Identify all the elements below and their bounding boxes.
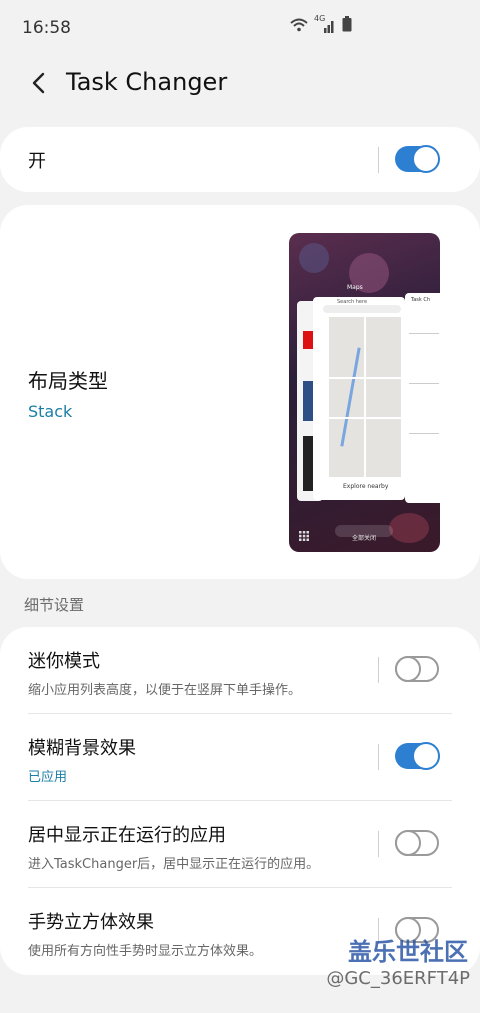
setting-description: 进入TaskChanger后，居中显示正在运行的应用。 bbox=[28, 857, 320, 872]
preview-task-label: Task Ch bbox=[411, 297, 431, 303]
divider bbox=[378, 831, 379, 857]
divider bbox=[378, 147, 379, 173]
battery-icon bbox=[342, 16, 352, 36]
preview-card-task-changer: Task Ch bbox=[405, 293, 440, 503]
setting-blur-background[interactable]: 模糊背景效果 已应用 bbox=[0, 714, 480, 801]
setting-label: 迷你模式 bbox=[28, 651, 100, 672]
master-switch-row[interactable]: 开 bbox=[0, 127, 480, 192]
page-title: Task Changer bbox=[66, 68, 228, 96]
master-switch-label: 开 bbox=[28, 151, 46, 172]
setting-description: 缩小应用列表高度，以便于在竖屏下单手操作。 bbox=[28, 683, 302, 698]
status-time: 16:58 bbox=[22, 18, 71, 38]
center-running-toggle[interactable] bbox=[395, 830, 439, 856]
preview-close-all-button: 全部关闭 bbox=[335, 525, 393, 542]
layout-type-value: Stack bbox=[28, 402, 73, 421]
setting-mini-mode[interactable]: 迷你模式 缩小应用列表高度，以便于在竖屏下单手操作。 bbox=[0, 627, 480, 714]
preview-explore-label: Explore nearby bbox=[343, 483, 389, 490]
watermark-logo-text: 盖乐世社区 bbox=[348, 938, 468, 966]
layout-preview-image[interactable]: Search here Explore nearby Task Ch Maps … bbox=[289, 233, 440, 552]
preview-search-label: Search here bbox=[337, 299, 368, 305]
watermark-handle: @GC_36ERFT4P bbox=[326, 968, 470, 989]
divider bbox=[378, 744, 379, 770]
preview-maps-label: Maps bbox=[347, 284, 363, 291]
status-icons: 4G bbox=[290, 14, 352, 36]
preview-card-maps: Search here Explore nearby bbox=[313, 297, 405, 500]
wifi-icon bbox=[290, 17, 308, 36]
setting-label: 居中显示正在运行的应用 bbox=[28, 825, 226, 846]
signal-icon: 4G bbox=[314, 14, 336, 34]
mini-mode-toggle[interactable] bbox=[395, 656, 439, 682]
setting-description: 使用所有方向性手势时显示立方体效果。 bbox=[28, 944, 263, 959]
back-arrow-icon[interactable] bbox=[26, 68, 56, 98]
section-title: 细节设置 bbox=[24, 596, 85, 614]
preview-grid-icon bbox=[299, 526, 309, 545]
setting-label: 手势立方体效果 bbox=[28, 912, 154, 933]
setting-label: 模糊背景效果 bbox=[28, 738, 136, 759]
app-header: Task Changer bbox=[0, 58, 480, 118]
status-bar: 16:58 4G bbox=[0, 0, 480, 58]
setting-center-running[interactable]: 居中显示正在运行的应用 进入TaskChanger后，居中显示正在运行的应用。 bbox=[0, 801, 480, 888]
master-toggle[interactable] bbox=[395, 145, 440, 173]
settings-card: 迷你模式 缩小应用列表高度，以便于在竖屏下单手操作。 模糊背景效果 已应用 居中… bbox=[0, 627, 480, 975]
layout-type-label: 布局类型 bbox=[28, 369, 108, 393]
blur-background-toggle[interactable] bbox=[395, 742, 440, 770]
divider bbox=[378, 657, 379, 683]
setting-status: 已应用 bbox=[28, 770, 68, 785]
